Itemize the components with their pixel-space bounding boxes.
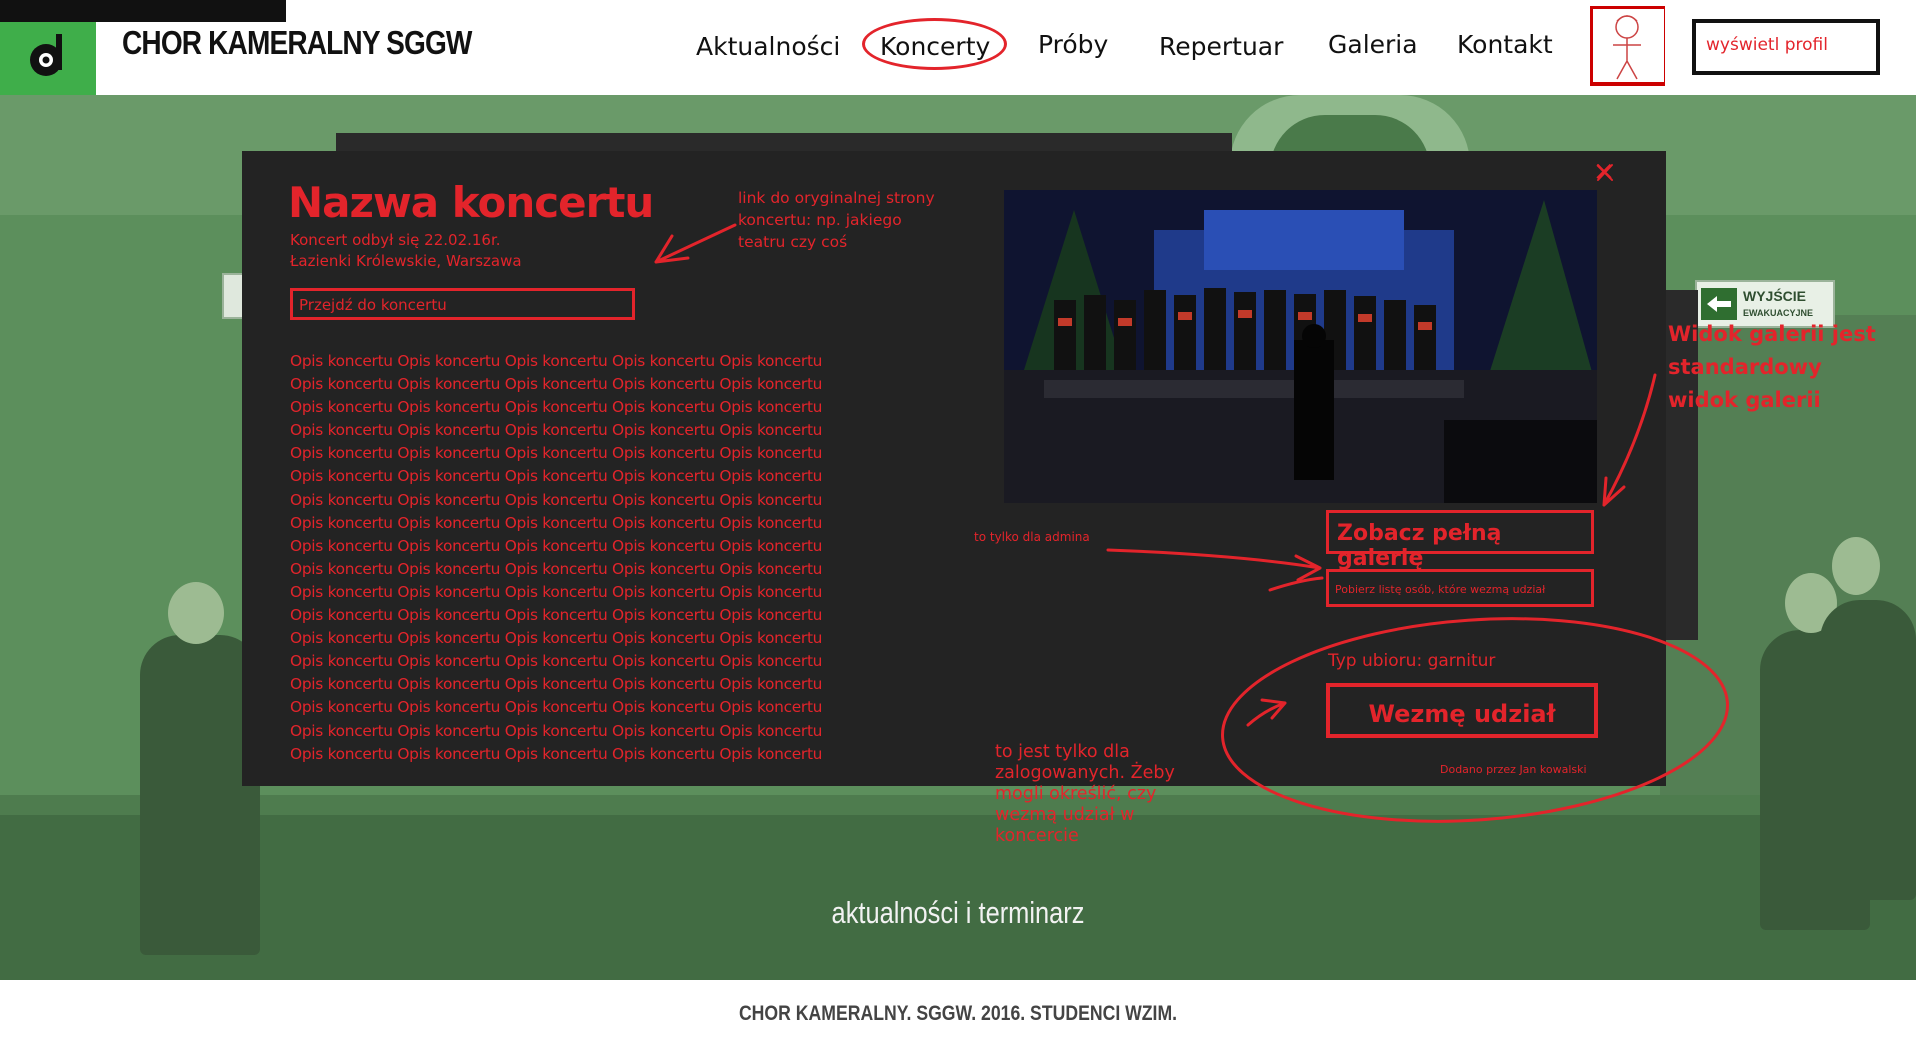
nav-item-galeria[interactable]: Galeria: [1328, 30, 1418, 59]
annotation-logged-note: to jest tylko dla zalogowanych. Żeby mog…: [995, 742, 1175, 846]
concert-description: Opis koncertu Opis koncertu Opis koncert…: [290, 350, 890, 766]
user-sketch-icon: [1613, 15, 1641, 80]
annotation-gallery-note: Widok galerii jest standardowy widok gal…: [1668, 322, 1876, 412]
logo[interactable]: [0, 22, 96, 95]
site-header: CHOR KAMERALNY SGGW Aktualności Koncerty…: [0, 0, 1916, 114]
download-attendees-button[interactable]: Pobierz listę osób, które wezmą udział: [1326, 569, 1594, 607]
nav-item-repertuar[interactable]: Repertuar: [1159, 32, 1283, 61]
description-line: Opis koncertu Opis koncertu Opis koncert…: [290, 490, 823, 509]
annotation-link-note: link do oryginalnej strony koncertu: np.…: [738, 189, 935, 251]
concert-title: Nazwa koncertu: [288, 178, 654, 227]
concert-date: Koncert odbył się 22.02.16r.: [290, 231, 501, 249]
description-line: Opis koncertu Opis koncertu Opis koncert…: [290, 375, 823, 394]
description-line: Opis koncertu Opis koncertu Opis koncert…: [290, 721, 823, 740]
annotation-admin-note: to tylko dla admina: [974, 530, 1090, 544]
go-to-concert-button[interactable]: Przejdź do koncertu: [290, 288, 635, 320]
description-line: Opis koncertu Opis koncertu Opis koncert…: [290, 629, 823, 648]
concert-place: Łazienki Królewskie, Warszawa: [290, 252, 522, 270]
description-line: Opis koncertu Opis koncertu Opis koncert…: [290, 652, 823, 671]
header-top-strip: [0, 0, 286, 22]
nav-item-proby[interactable]: Próby: [1038, 30, 1108, 59]
avatar[interactable]: [1590, 6, 1665, 86]
site-title[interactable]: CHOR KAMERALNY SGGW: [122, 24, 472, 62]
concert-photo[interactable]: [1004, 190, 1597, 503]
exit-sign-sublabel: EWAKUACYJNE: [1743, 308, 1814, 318]
description-line: Opis koncertu Opis koncertu Opis koncert…: [290, 675, 823, 694]
logo-note-icon: [30, 34, 62, 76]
attend-button[interactable]: Wezmę udział: [1326, 683, 1598, 738]
view-profile-button[interactable]: wyświetl profil: [1692, 19, 1880, 75]
description-line: Opis koncertu Opis koncertu Opis koncert…: [290, 513, 823, 532]
close-icon[interactable]: ✕: [1582, 155, 1626, 191]
go-to-concert-label: Przejdź do koncertu: [299, 296, 447, 314]
description-line: Opis koncertu Opis koncertu Opis koncert…: [290, 467, 823, 486]
nav-item-aktualnosci[interactable]: Aktualności: [696, 32, 840, 61]
view-profile-label: wyświetl profil: [1706, 35, 1828, 55]
description-line: Opis koncertu Opis koncertu Opis koncert…: [290, 536, 823, 555]
attend-label: Wezmę udział: [1368, 700, 1556, 728]
description-line: Opis koncertu Opis koncertu Opis koncert…: [290, 582, 823, 601]
full-gallery-label: Zobacz pełną galerię: [1337, 521, 1502, 571]
added-by: Dodano przez Jan kowalski: [1440, 763, 1587, 776]
nav-item-kontakt[interactable]: Kontakt: [1457, 30, 1553, 59]
description-line: Opis koncertu Opis koncertu Opis koncert…: [290, 559, 823, 578]
section-caption: aktualności i terminarz: [831, 895, 1085, 930]
attire-info: Typ ubioru: garnitur: [1328, 651, 1496, 671]
description-line: Opis koncertu Opis koncertu Opis koncert…: [290, 744, 823, 763]
download-attendees-label: Pobierz listę osób, które wezmą udział: [1335, 583, 1546, 596]
singer-figure: [1820, 600, 1916, 900]
description-line: Opis koncertu Opis koncertu Opis koncert…: [290, 398, 823, 417]
modal-frame-edge: [336, 133, 1232, 153]
site-footer: CHOR KAMERALNY. SGGW. 2016. STUDENCI WZI…: [0, 980, 1916, 1040]
choir-concert-image: [1004, 190, 1597, 503]
description-line: Opis koncertu Opis koncertu Opis koncert…: [290, 698, 823, 717]
full-gallery-button[interactable]: Zobacz pełną galerię: [1326, 510, 1594, 571]
footer-text: CHOR KAMERALNY. SGGW. 2016. STUDENCI WZI…: [738, 1002, 1178, 1025]
exit-sign-label: WYJŚCIE: [1743, 288, 1807, 304]
description-line: Opis koncertu Opis koncertu Opis koncert…: [290, 606, 823, 625]
description-line: Opis koncertu Opis koncertu Opis koncert…: [290, 444, 823, 463]
arrow-left-icon: [1701, 288, 1737, 320]
description-line: Opis koncertu Opis koncertu Opis koncert…: [290, 421, 823, 440]
description-line: Opis koncertu Opis koncertu Opis koncert…: [290, 352, 823, 370]
active-nav-marker: [862, 18, 1007, 70]
